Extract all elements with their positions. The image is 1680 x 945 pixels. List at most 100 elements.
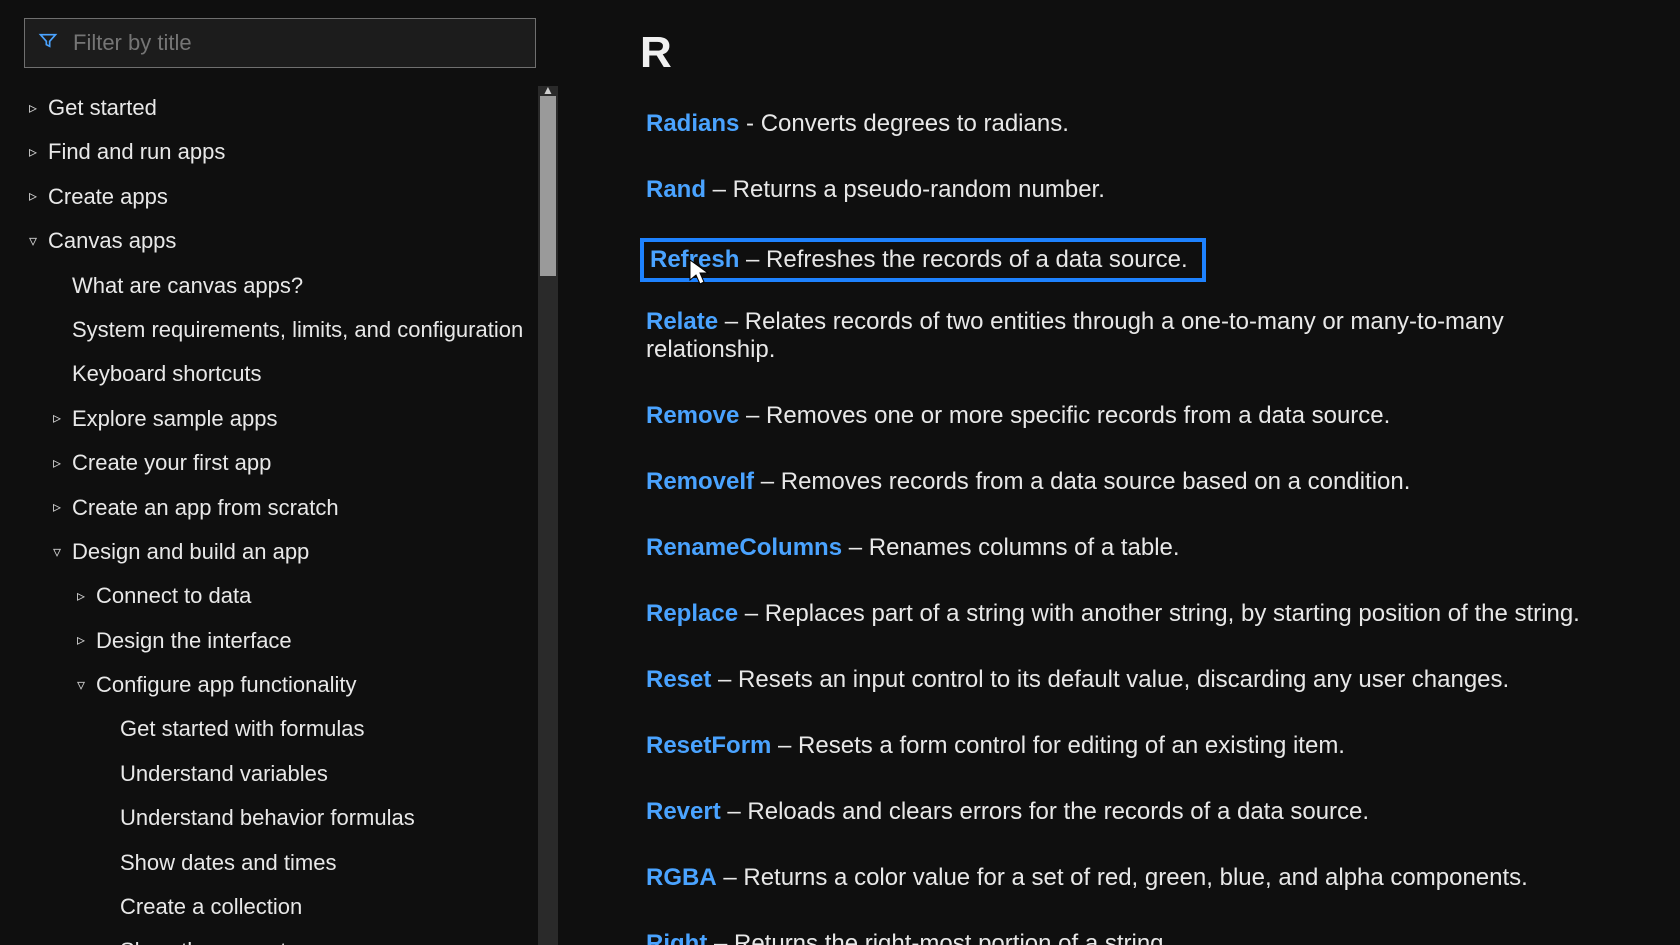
function-row-radians: Radians - Converts degrees to radians.	[640, 106, 1075, 142]
function-desc: – Renames columns of a table.	[842, 534, 1180, 561]
function-link-removeif[interactable]: RemoveIf	[646, 468, 754, 495]
tree-label: Keyboard shortcuts	[72, 361, 262, 387]
tree-item-create-apps[interactable]: ▹ Create apps	[24, 175, 530, 219]
function-desc: – Returns a color value for a set of red…	[717, 864, 1528, 891]
function-row-removeif: RemoveIf – Removes records from a data s…	[640, 464, 1416, 500]
chevron-down-icon: ▿	[24, 232, 42, 251]
tree-item-create-from-scratch[interactable]: ▹ Create an app from scratch	[24, 486, 530, 530]
chevron-right-icon: ▹	[72, 587, 90, 606]
function-desc: - Converts degrees to radians.	[739, 110, 1069, 137]
function-link-remove[interactable]: Remove	[646, 402, 739, 429]
function-desc: – Refreshes the records of a data source…	[739, 246, 1187, 273]
tree-item-keyboard-shortcuts[interactable]: ▹ Keyboard shortcuts	[24, 352, 530, 396]
tree-item-get-started-formulas[interactable]: ▹ Get started with formulas	[24, 707, 530, 751]
tree-item-show-dates-times[interactable]: ▹ Show dates and times	[24, 841, 530, 885]
filter-wrap	[24, 18, 536, 68]
tree-label: Create a collection	[120, 894, 302, 920]
filter-icon	[38, 31, 58, 56]
scrollbar-thumb[interactable]	[540, 96, 556, 276]
function-desc: – Removes records from a data source bas…	[754, 468, 1410, 495]
tree-item-understand-variables[interactable]: ▹ Understand variables	[24, 752, 530, 796]
function-link-radians[interactable]: Radians	[646, 110, 739, 137]
tree-item-understand-behavior-formulas[interactable]: ▹ Understand behavior formulas	[24, 796, 530, 840]
function-link-relate[interactable]: Relate	[646, 308, 718, 335]
tree-label: Find and run apps	[48, 139, 225, 165]
tree-label: Understand behavior formulas	[120, 805, 415, 831]
tree-item-what-are-canvas-apps[interactable]: ▹ What are canvas apps?	[24, 264, 530, 308]
function-link-refresh[interactable]: Refresh	[650, 246, 739, 273]
chevron-down-icon: ▿	[72, 676, 90, 695]
function-desc: – Returns the right-most portion of a st…	[707, 930, 1170, 945]
tree-item-create-first-app[interactable]: ▹ Create your first app	[24, 441, 530, 485]
tree-item-configure-app-functionality[interactable]: ▿ Configure app functionality	[24, 663, 530, 707]
function-link-replace[interactable]: Replace	[646, 600, 738, 627]
function-row-replace: Replace – Replaces part of a string with…	[640, 596, 1586, 632]
function-link-renamecolumns[interactable]: RenameColumns	[646, 534, 842, 561]
tree-item-explore-sample-apps[interactable]: ▹ Explore sample apps	[24, 397, 530, 441]
function-desc: – Reloads and clears errors for the reco…	[721, 798, 1369, 825]
chevron-right-icon: ▹	[72, 631, 90, 650]
function-row-right: Right – Returns the right-most portion o…	[640, 926, 1176, 945]
function-link-reset[interactable]: Reset	[646, 666, 711, 693]
tree-label: Create an app from scratch	[72, 495, 339, 521]
tree-label: Explore sample apps	[72, 406, 277, 432]
chevron-right-icon: ▹	[48, 409, 66, 428]
function-link-rgba[interactable]: RGBA	[646, 864, 717, 891]
filter-input[interactable]	[24, 18, 536, 68]
tree-label: Understand variables	[120, 761, 328, 787]
tree-item-create-collection[interactable]: ▹ Create a collection	[24, 885, 530, 929]
chevron-right-icon: ▹	[24, 187, 42, 206]
function-desc: – Resets an input control to its default…	[711, 666, 1509, 693]
tree-label: Canvas apps	[48, 228, 176, 254]
function-desc: – Replaces part of a string with another…	[738, 600, 1580, 627]
chevron-right-icon: ▹	[48, 454, 66, 473]
tree-label: Configure app functionality	[96, 672, 357, 698]
tree-item-system-requirements[interactable]: ▹ System requirements, limits, and confi…	[24, 308, 530, 352]
function-desc: – Relates records of two entities throug…	[646, 308, 1504, 363]
sidebar: ▹ Get started ▹ Find and run apps ▹ Crea…	[0, 0, 560, 945]
tree-label: Show dates and times	[120, 850, 336, 876]
tree-label: Get started with formulas	[120, 716, 365, 742]
function-list: Radians - Converts degrees to radians.Ra…	[640, 106, 1640, 945]
tree-item-design-build-app[interactable]: ▿ Design and build an app	[24, 530, 530, 574]
function-row-refresh: Refresh – Refreshes the records of a dat…	[640, 238, 1206, 282]
tree-item-canvas-apps[interactable]: ▿ Canvas apps	[24, 219, 530, 263]
tree-label: System requirements, limits, and configu…	[72, 317, 523, 343]
tree-item-connect-to-data[interactable]: ▹ Connect to data	[24, 574, 530, 618]
chevron-down-icon: ▿	[48, 543, 66, 562]
function-desc: – Removes one or more specific records f…	[739, 402, 1390, 429]
chevron-right-icon: ▹	[24, 143, 42, 162]
function-row-resetform: ResetForm – Resets a form control for ed…	[640, 728, 1351, 764]
function-row-renamecolumns: RenameColumns – Renames columns of a tab…	[640, 530, 1186, 566]
tree-item-find-run-apps[interactable]: ▹ Find and run apps	[24, 130, 530, 174]
function-row-rgba: RGBA – Returns a color value for a set o…	[640, 860, 1534, 896]
function-row-relate: Relate – Relates records of two entities…	[640, 304, 1640, 368]
sidebar-scrollbar[interactable]: ▲	[538, 86, 558, 945]
function-link-resetform[interactable]: ResetForm	[646, 732, 771, 759]
tree-item-design-interface[interactable]: ▹ Design the interface	[24, 619, 530, 663]
tree-label: Show the current user	[120, 938, 335, 945]
nav-tree: ▹ Get started ▹ Find and run apps ▹ Crea…	[0, 86, 530, 945]
function-row-rand: Rand – Returns a pseudo-random number.	[640, 172, 1111, 208]
function-desc: – Returns a pseudo-random number.	[706, 176, 1105, 203]
function-row-revert: Revert – Reloads and clears errors for t…	[640, 794, 1375, 830]
tree-label: Create apps	[48, 184, 168, 210]
chevron-right-icon: ▹	[24, 99, 42, 118]
tree-label: Get started	[48, 95, 157, 121]
function-row-reset: Reset – Resets an input control to its d…	[640, 662, 1515, 698]
tree-label: Design the interface	[96, 628, 292, 654]
function-link-right[interactable]: Right	[646, 930, 707, 945]
main-content: R Radians - Converts degrees to radians.…	[560, 0, 1680, 945]
tree-label: Design and build an app	[72, 539, 309, 565]
chevron-right-icon: ▹	[48, 498, 66, 517]
function-desc: – Resets a form control for editing of a…	[771, 732, 1345, 759]
tree-label: Create your first app	[72, 450, 271, 476]
tree-label: Connect to data	[96, 583, 251, 609]
function-link-revert[interactable]: Revert	[646, 798, 721, 825]
section-heading: R	[640, 28, 1640, 78]
function-row-remove: Remove – Removes one or more specific re…	[640, 398, 1396, 434]
nav-tree-scroll: ▹ Get started ▹ Find and run apps ▹ Crea…	[0, 86, 560, 945]
function-link-rand[interactable]: Rand	[646, 176, 706, 203]
tree-item-get-started[interactable]: ▹ Get started	[24, 86, 530, 130]
tree-item-show-current-user[interactable]: ▹ Show the current user	[24, 929, 530, 945]
